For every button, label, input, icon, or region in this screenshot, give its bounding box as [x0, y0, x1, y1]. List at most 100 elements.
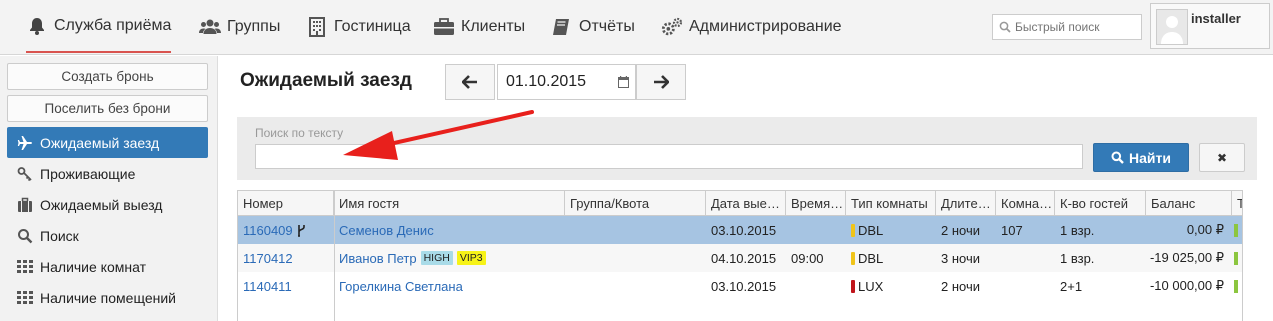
user-menu[interactable]: installer: [1150, 3, 1270, 49]
group-cell: [565, 216, 706, 244]
nights-cell: 3 ночи: [941, 250, 980, 266]
sidebar-item-premises-availability[interactable]: Наличие помещений: [7, 282, 208, 313]
quick-search-input[interactable]: [1015, 20, 1140, 34]
sidebar-item-search[interactable]: Поиск: [7, 220, 208, 251]
column-header-checkout[interactable]: Дата вые…: [706, 191, 786, 215]
find-button-label: Найти: [1129, 149, 1171, 166]
room-type-cell: LUX: [846, 272, 936, 300]
grid-icon: [17, 290, 33, 306]
briefcase-icon: [433, 16, 455, 38]
user-name: installer: [1191, 11, 1241, 26]
sidebar-item-label: Ожидаемый выезд: [40, 196, 163, 213]
status-indicator: [1234, 224, 1238, 237]
top-navigation: Служба приёма Группы Гостиница Клиенты О…: [0, 0, 1273, 55]
search-icon: [999, 21, 1011, 33]
column-header-t[interactable]: Т: [1232, 191, 1242, 215]
checkout-cell: 04.10.2015: [711, 250, 777, 266]
group-cell: [565, 272, 706, 300]
calendar-icon[interactable]: [618, 76, 629, 88]
guest-cell: Иванов Петр HIGH VIP3: [334, 244, 565, 272]
bell-icon: [26, 15, 48, 37]
time-cell: 09:00: [791, 250, 824, 266]
column-header-time[interactable]: Время…: [786, 191, 846, 215]
nav-tab-label: Клиенты: [461, 17, 526, 35]
nav-tab-hotel[interactable]: Гостиница: [306, 0, 411, 53]
guest-name-link[interactable]: Семенов Денис: [339, 223, 434, 238]
nav-tab-clients[interactable]: Клиенты: [433, 0, 525, 53]
quick-search[interactable]: [992, 14, 1142, 40]
clear-search-button[interactable]: ✖: [1199, 143, 1245, 172]
column-header-number[interactable]: Номер: [238, 191, 334, 215]
arrow-left-icon: [462, 75, 478, 89]
column-header-room-type[interactable]: Тип комнаты: [846, 191, 936, 215]
search-label: Поиск по тексту: [255, 126, 344, 140]
guest-cell: Горелкина Светлана: [334, 272, 565, 300]
table-header: Номер Имя гостя Группа/Квота Дата вые… В…: [238, 191, 1242, 216]
sidebar-item-residents[interactable]: Проживающие: [7, 158, 208, 189]
sidebar-item-expected-arrival[interactable]: Ожидаемый заезд: [7, 127, 208, 158]
nav-tab-front-desk[interactable]: Служба приёма: [26, 0, 172, 53]
next-date-button[interactable]: [636, 64, 686, 100]
nav-tab-label: Гостиница: [334, 17, 411, 35]
arrow-right-icon: [653, 75, 669, 89]
table-row[interactable]: 1140411 Горелкина Светлана 03.10.2015 LU…: [238, 272, 1242, 300]
nav-tab-label: Отчёты: [579, 17, 635, 35]
booking-number-cell: 1140411: [238, 272, 334, 300]
nights-cell: 2 ночи: [941, 222, 980, 238]
gears-icon: [661, 16, 683, 38]
sidebar-item-expected-departure[interactable]: Ожидаемый выезд: [7, 189, 208, 220]
prev-date-button[interactable]: [445, 64, 495, 100]
nav-tab-label: Группы: [227, 17, 281, 35]
users-icon: [199, 16, 221, 38]
checkout-cell: 03.10.2015: [711, 278, 777, 294]
guests-cell: 2+1: [1060, 278, 1083, 294]
group-cell: [565, 244, 706, 272]
nav-tab-label: Администрирование: [689, 17, 842, 35]
guests-cell: 1 взр.: [1060, 250, 1095, 266]
avatar: [1156, 9, 1188, 45]
room-cell: [996, 272, 1055, 300]
text-search-panel: Поиск по тексту Найти ✖: [237, 117, 1257, 180]
table-row[interactable]: 1170412 Иванов Петр HIGH VIP3 04.10.2015…: [238, 244, 1242, 272]
arrivals-table: Номер Имя гостя Группа/Квота Дата вые… В…: [237, 190, 1243, 321]
time-cell: [786, 272, 846, 300]
table-row[interactable]: 1160409 Семенов Денис 03.10.2015 DBL 2 н…: [238, 216, 1242, 244]
column-header-duration[interactable]: Длите…: [936, 191, 996, 215]
sidebar-item-room-availability[interactable]: Наличие комнат: [7, 251, 208, 282]
booking-number-cell: 1170412: [238, 244, 334, 272]
column-divider: [334, 191, 335, 321]
sidebar-item-label: Наличие комнат: [40, 258, 146, 275]
guests-cell: 1 взр.: [1060, 222, 1095, 238]
column-header-guest[interactable]: Имя гостя: [334, 191, 565, 215]
booking-number-cell: 1160409: [238, 216, 334, 244]
date-value: 01.10.2015: [506, 73, 587, 90]
nav-tab-label: Служба приёма: [54, 16, 172, 34]
nav-tab-reports[interactable]: Отчёты: [551, 0, 635, 53]
create-booking-button[interactable]: Создать бронь: [7, 63, 208, 90]
booking-number-link[interactable]: 1160409: [243, 223, 293, 238]
balance-cell: 0,00 ₽: [1186, 222, 1224, 237]
column-header-room[interactable]: Комна…: [996, 191, 1055, 215]
close-icon: ✖: [1216, 150, 1228, 165]
room-type-color-mark: [851, 223, 855, 237]
sidebar-item-label: Наличие помещений: [40, 289, 176, 306]
booking-number-link[interactable]: 1140411: [243, 279, 292, 294]
column-header-group[interactable]: Группа/Квота: [565, 191, 706, 215]
plane-icon: [17, 135, 33, 151]
guest-name-link[interactable]: Горелкина Светлана: [339, 279, 463, 294]
page-title: Ожидаемый заезд: [240, 70, 412, 91]
time-cell: [786, 216, 846, 244]
balance-cell: -10 000,00 ₽: [1149, 278, 1224, 293]
column-header-balance[interactable]: Баланс: [1146, 191, 1232, 215]
date-field[interactable]: 01.10.2015: [497, 64, 636, 100]
find-button[interactable]: Найти: [1093, 143, 1189, 172]
checkin-without-booking-button[interactable]: Поселить без брони: [7, 95, 208, 122]
column-header-guests[interactable]: К-во гостей: [1055, 191, 1146, 215]
booking-number-link[interactable]: 1170412: [243, 251, 293, 266]
room-cell: [996, 244, 1055, 272]
nav-tab-groups[interactable]: Группы: [199, 0, 280, 53]
text-search-input[interactable]: [255, 144, 1083, 169]
sidebar-item-label: Ожидаемый заезд: [40, 134, 160, 151]
nav-tab-admin[interactable]: Администрирование: [661, 0, 842, 53]
guest-name-link[interactable]: Иванов Петр: [339, 251, 417, 266]
